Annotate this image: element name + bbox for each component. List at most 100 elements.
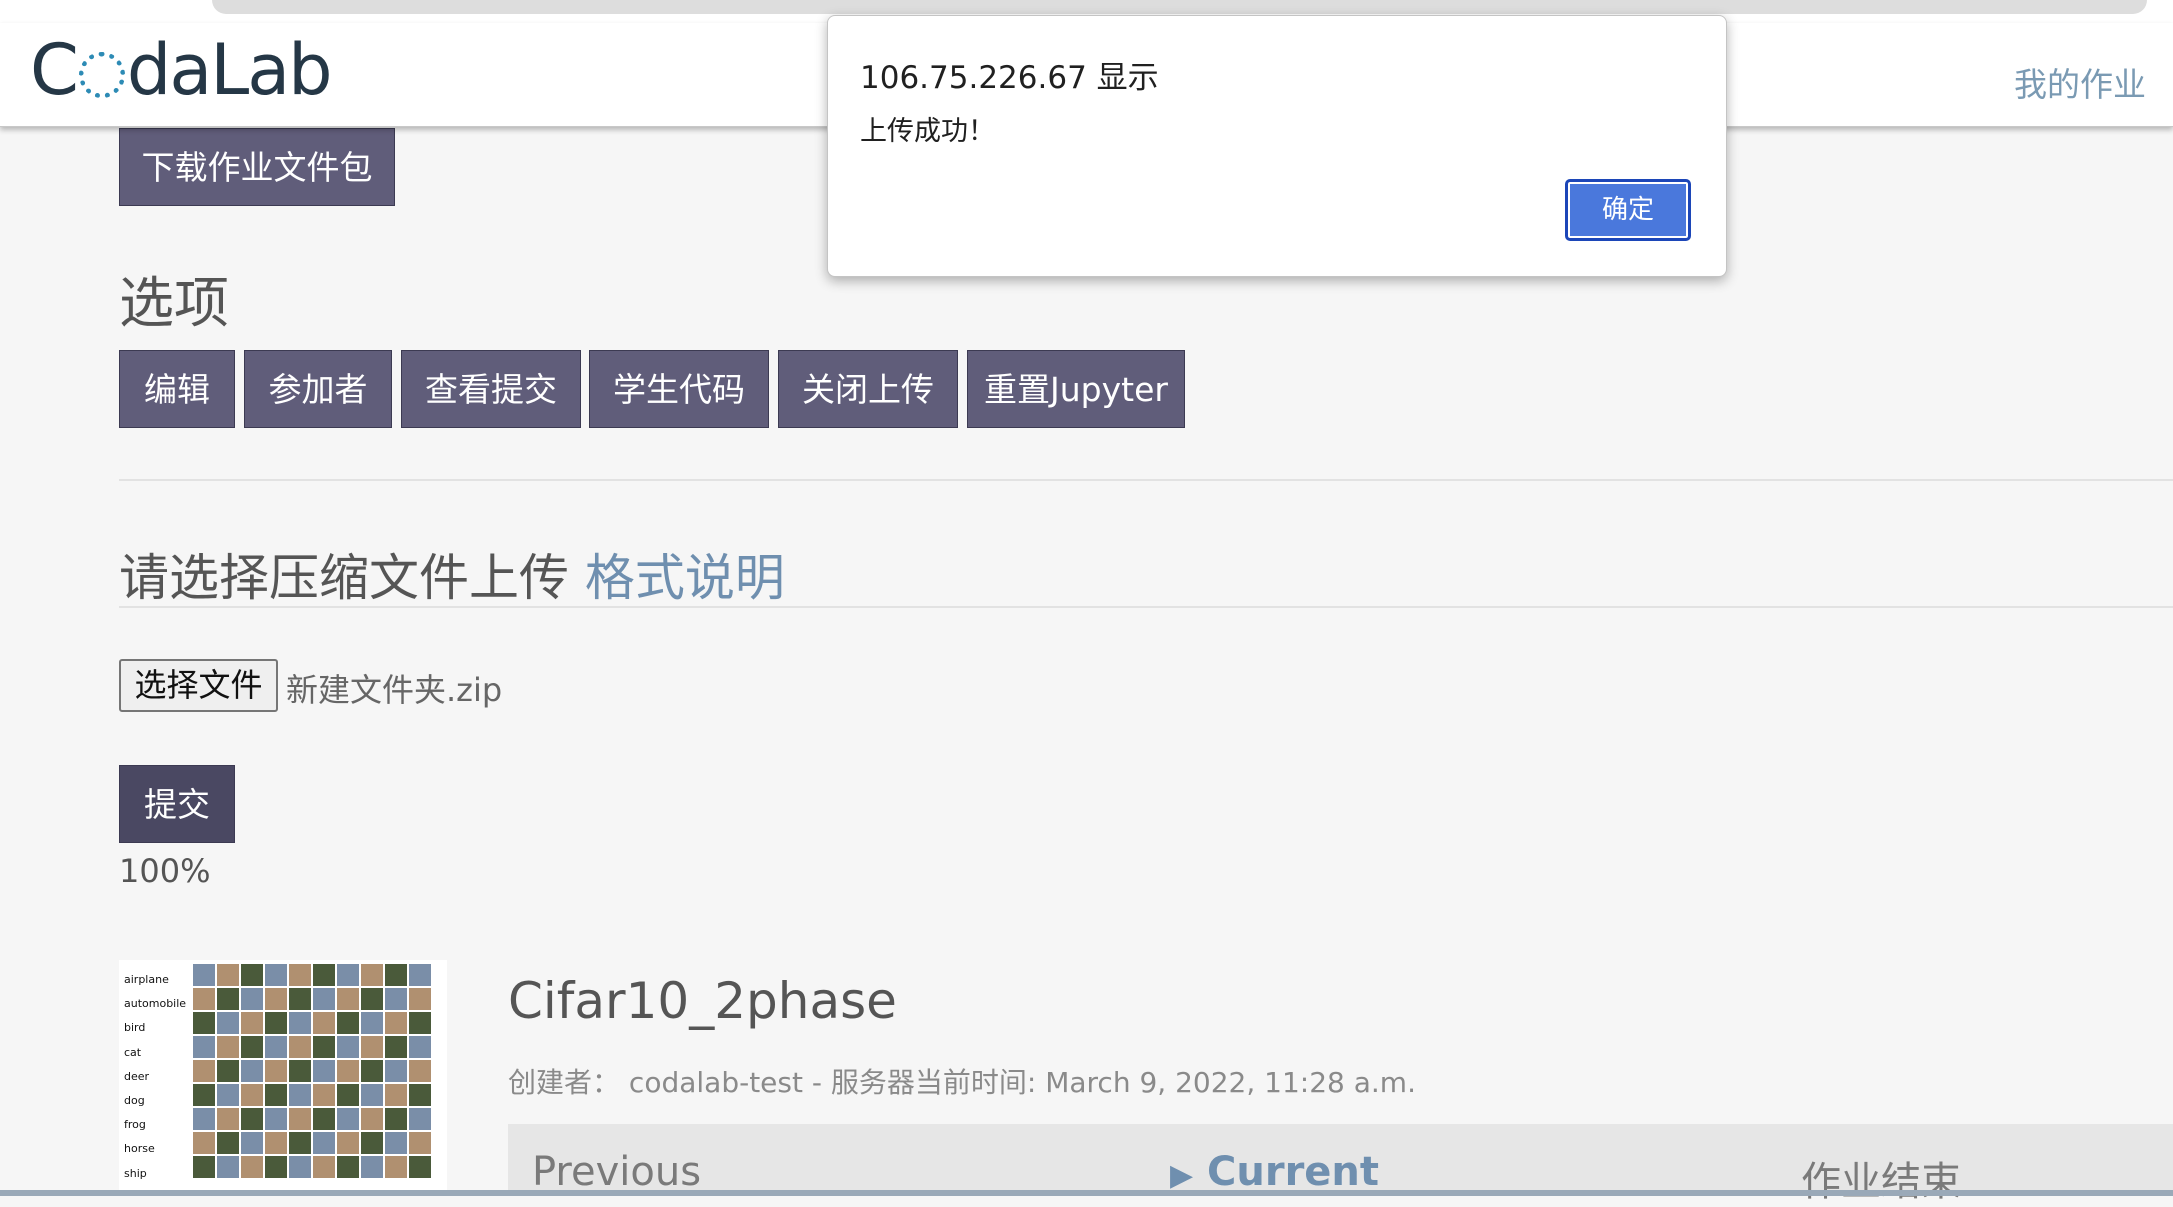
thumbnail-tile (409, 964, 431, 986)
thumbnail-tile (193, 1156, 215, 1178)
thumbnail-tile (193, 1060, 215, 1082)
thumbnail-tile (265, 964, 287, 986)
thumbnail-tile (337, 1108, 359, 1130)
participants-button[interactable]: 参加者 (244, 350, 392, 428)
thumbnail-tile (409, 1012, 431, 1034)
thumbnail-tile (409, 1084, 431, 1106)
thumbnail-tile (289, 1132, 311, 1154)
thumbnail-tile (241, 964, 263, 986)
download-package-button[interactable]: 下载作业文件包 (119, 128, 395, 206)
thumbnail-tile (217, 1060, 239, 1082)
creator-label: 创建者： (508, 1066, 621, 1099)
thumb-label: deer (124, 1069, 150, 1083)
thumbnail-tile (289, 1108, 311, 1130)
thumbnail-tile (337, 1036, 359, 1058)
thumbnail-tile (265, 1156, 287, 1178)
play-icon: ▶ (1170, 1158, 1194, 1193)
choose-file-button[interactable]: 选择文件 (119, 659, 278, 712)
thumbnail-image-grid (193, 964, 439, 1178)
phase-current-label: Current (1207, 1149, 1380, 1195)
thumbnail-tile (337, 1156, 359, 1178)
thumbnail-tile (385, 1156, 407, 1178)
thumbnail-tile (265, 988, 287, 1010)
close-upload-button[interactable]: 关闭上传 (778, 350, 958, 428)
thumbnail-tile (409, 1036, 431, 1058)
phase-previous[interactable]: Previous (532, 1149, 701, 1195)
thumbnail-tile (241, 988, 263, 1010)
thumbnail-tile (385, 1012, 407, 1034)
creator-name: codalab-test (628, 1066, 803, 1099)
thumbnail-tile (193, 988, 215, 1010)
alert-dialog: 106.75.226.67 显示 上传成功！ 确定 (827, 15, 1727, 277)
submit-button[interactable]: 提交 (119, 765, 235, 843)
thumbnail-tile (265, 1036, 287, 1058)
phase-bar: Previous ▶ Current 作业结束 (508, 1124, 2173, 1205)
competition-title: Cifar10_2phase (508, 972, 897, 1030)
thumb-label: ship (124, 1166, 147, 1180)
phase-end[interactable]: 作业结束 (1801, 1149, 1961, 1207)
thumbnail-tile (241, 1060, 263, 1082)
phase-current[interactable]: ▶ Current (1170, 1149, 1379, 1195)
thumb-label: bird (124, 1021, 146, 1035)
thumbnail-tile (337, 964, 359, 986)
format-help-link[interactable]: 格式说明 (585, 549, 785, 607)
divider (119, 479, 2173, 481)
thumbnail-tile (241, 1108, 263, 1130)
thumbnail-tile (289, 1036, 311, 1058)
thumbnail-tile (313, 1132, 335, 1154)
thumbnail-tile (337, 1084, 359, 1106)
edit-button[interactable]: 编辑 (119, 350, 235, 428)
thumbnail-tile (313, 988, 335, 1010)
thumbnail-tile (385, 964, 407, 986)
thumbnail-tile (361, 1132, 383, 1154)
thumbnail-tile (241, 1084, 263, 1106)
thumbnail-tile (409, 1156, 431, 1178)
thumbnail-tile (193, 1084, 215, 1106)
thumbnail-tile (313, 1156, 335, 1178)
thumbnail-tile (217, 1012, 239, 1034)
thumbnail-tile (241, 1156, 263, 1178)
thumbnail-tile (409, 1060, 431, 1082)
thumbnail-tile (289, 1012, 311, 1034)
thumbnail-tile (193, 964, 215, 986)
dialog-ok-button[interactable]: 确定 (1565, 179, 1691, 241)
logo-text: CdaLab (30, 29, 333, 111)
thumbnail-tile (385, 1132, 407, 1154)
thumbnail-tile (289, 988, 311, 1010)
thumbnail-tile (217, 1036, 239, 1058)
thumbnail-tile (361, 988, 383, 1010)
thumbnail-tile (313, 1084, 335, 1106)
thumbnail-tile (385, 1060, 407, 1082)
upload-title: 请选择压缩文件上传 格式说明 (119, 538, 785, 610)
thumb-label: airplane (124, 973, 169, 986)
thumbnail-tile (217, 1132, 239, 1154)
logo-dot-icon (78, 52, 125, 98)
codalab-logo[interactable]: CdaLab (30, 35, 333, 105)
dialog-host-line: 106.75.226.67 显示 (860, 60, 1159, 96)
thumbnail-tile (385, 1108, 407, 1130)
thumbnail-tile (409, 1132, 431, 1154)
thumbnail-tile (361, 1060, 383, 1082)
student-code-button[interactable]: 学生代码 (589, 350, 769, 428)
thumbnail-tile (361, 1084, 383, 1106)
thumbnail-tile (241, 1012, 263, 1034)
bottom-border (0, 1190, 2173, 1196)
thumbnail-tile (361, 1156, 383, 1178)
options-title: 选项 (119, 271, 230, 335)
view-submissions-button[interactable]: 查看提交 (401, 350, 581, 428)
upload-title-text: 请选择压缩文件上传 (119, 549, 569, 607)
reset-jupyter-button[interactable]: 重置Jupyter (967, 350, 1185, 428)
thumbnail-tile (289, 964, 311, 986)
thumb-label: dog (124, 1094, 145, 1108)
thumb-label: automobile (124, 997, 187, 1011)
nav-my-assignments[interactable]: 我的作业 (2014, 58, 2146, 106)
thumbnail-tile (409, 1108, 431, 1130)
competition-meta: 创建者： codalab-test - 服务器当前时间: March 9, 20… (508, 1061, 1416, 1101)
address-field[interactable] (212, 0, 2147, 14)
thumbnail-tile (385, 1084, 407, 1106)
thumbnail-tile (217, 1108, 239, 1130)
thumbnail-tile (361, 964, 383, 986)
thumbnail-tile (265, 1132, 287, 1154)
server-time: - 服务器当前时间: March 9, 2022, 11:28 a.m. (811, 1066, 1416, 1099)
thumbnail-tile (313, 1108, 335, 1130)
